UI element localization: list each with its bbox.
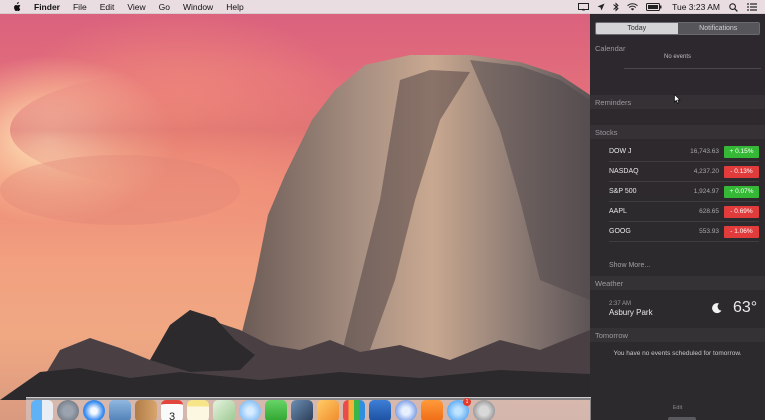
calendar-widget-title: Calendar <box>595 44 626 53</box>
bluetooth-icon[interactable] <box>613 2 619 12</box>
calendar-icon[interactable]: 3 <box>161 400 183 420</box>
notification-center-panel: Today Notifications Calendar No events R… <box>590 14 765 420</box>
stock-change-badge[interactable]: - 1.06% <box>724 226 759 238</box>
menu-extras: Tue 3:23 AM <box>570 0 765 14</box>
stock-symbol: NASDAQ <box>609 168 639 175</box>
tomorrow-message: You have no events scheduled for tomorro… <box>613 350 742 357</box>
reminders-widget-title: Reminders <box>595 98 632 107</box>
stock-divider <box>609 221 759 222</box>
launchpad-icon[interactable] <box>57 400 79 420</box>
stock-price: 628.65 <box>699 208 719 215</box>
stock-change-badge[interactable]: + 0.07% <box>724 186 759 198</box>
finder-icon[interactable] <box>31 400 53 420</box>
dock: 3 1 <box>26 397 591 420</box>
location-arrow-icon[interactable] <box>597 3 605 11</box>
safari-icon[interactable] <box>83 400 105 420</box>
stock-row[interactable]: GOOG 553.93 - 1.06% <box>590 225 765 240</box>
numbers-icon[interactable] <box>343 400 365 420</box>
stock-row[interactable]: S&P 500 1,924.97 + 0.07% <box>590 185 765 200</box>
stock-price: 4,237.20 <box>693 168 719 175</box>
stock-price: 553.93 <box>699 228 719 235</box>
tomorrow-widget-title: Tomorrow <box>595 331 628 340</box>
stock-change-badge[interactable]: - 0.69% <box>724 206 759 218</box>
stock-change-badge[interactable]: + 0.15% <box>724 146 759 158</box>
itunes-icon[interactable] <box>395 400 417 420</box>
app-store-icon[interactable]: 1 <box>447 398 471 420</box>
pages-icon[interactable] <box>317 400 339 420</box>
stock-divider <box>609 241 759 242</box>
apple-menu-icon[interactable] <box>12 1 24 13</box>
display-mirroring-icon[interactable] <box>578 3 590 11</box>
stock-divider <box>609 181 759 182</box>
calendar-day-number: 3 <box>168 411 176 420</box>
keynote-icon[interactable] <box>369 400 391 420</box>
weather-time: 2:37 AM <box>609 301 632 307</box>
notes-icon[interactable] <box>187 400 209 420</box>
stock-row[interactable]: DOW J 16,743.63 + 0.15% <box>590 145 765 160</box>
menu-bar: Finder File Edit View Go Window Help Tue… <box>0 0 765 14</box>
notification-center-icon[interactable] <box>747 3 757 11</box>
calendar-divider <box>624 68 761 69</box>
photo-booth-icon[interactable] <box>291 400 313 420</box>
stock-symbol: AAPL <box>609 208 627 215</box>
stock-symbol: DOW J <box>609 148 632 155</box>
menu-view[interactable]: View <box>127 2 145 12</box>
today-notifications-segmented-control: Today Notifications <box>595 22 760 35</box>
weather-city[interactable]: Asbury Park <box>609 308 653 317</box>
mouse-cursor-icon <box>674 93 681 106</box>
system-preferences-icon[interactable] <box>473 400 495 420</box>
menu-help[interactable]: Help <box>226 2 243 12</box>
facetime-icon[interactable] <box>265 400 287 420</box>
menu-finder[interactable]: Finder <box>34 2 60 12</box>
wifi-icon[interactable] <box>627 3 638 11</box>
stock-symbol: S&P 500 <box>609 188 637 195</box>
contacts-icon[interactable] <box>135 400 157 420</box>
stock-divider <box>609 201 759 202</box>
stock-price: 16,743.63 <box>690 148 719 155</box>
stock-row[interactable]: NASDAQ 4,237.20 - 0.13% <box>590 165 765 180</box>
stock-divider <box>609 161 759 162</box>
weather-widget-title: Weather <box>595 279 624 288</box>
menu-file[interactable]: File <box>73 2 87 12</box>
battery-icon[interactable] <box>646 3 662 11</box>
edit-label[interactable]: Edit <box>590 405 765 411</box>
tab-notifications[interactable]: Notifications <box>677 23 759 34</box>
menu-edit[interactable]: Edit <box>100 2 115 12</box>
stocks-widget-title: Stocks <box>595 128 618 137</box>
moon-icon <box>711 302 723 316</box>
tab-today[interactable]: Today <box>596 23 678 34</box>
menu-go[interactable]: Go <box>159 2 170 12</box>
photos-icon[interactable] <box>213 400 235 420</box>
app-store-badge: 1 <box>463 398 471 406</box>
messages-icon[interactable] <box>239 400 261 420</box>
weather-temperature: 63° <box>733 299 758 316</box>
stock-change-badge[interactable]: - 0.13% <box>724 166 759 178</box>
calendar-no-events: No events <box>663 54 691 60</box>
menu-clock[interactable]: Tue 3:23 AM <box>672 2 720 12</box>
stock-symbol: GOOG <box>609 228 631 235</box>
ibooks-icon[interactable] <box>421 400 443 420</box>
stock-row[interactable]: AAPL 628.65 - 0.69% <box>590 205 765 220</box>
menu-window[interactable]: Window <box>183 2 213 12</box>
preview-icon[interactable] <box>109 400 131 420</box>
stocks-show-more-link[interactable]: Show More... <box>609 262 650 269</box>
stock-price: 1,924.97 <box>693 188 719 195</box>
spotlight-search-icon[interactable] <box>729 2 738 12</box>
